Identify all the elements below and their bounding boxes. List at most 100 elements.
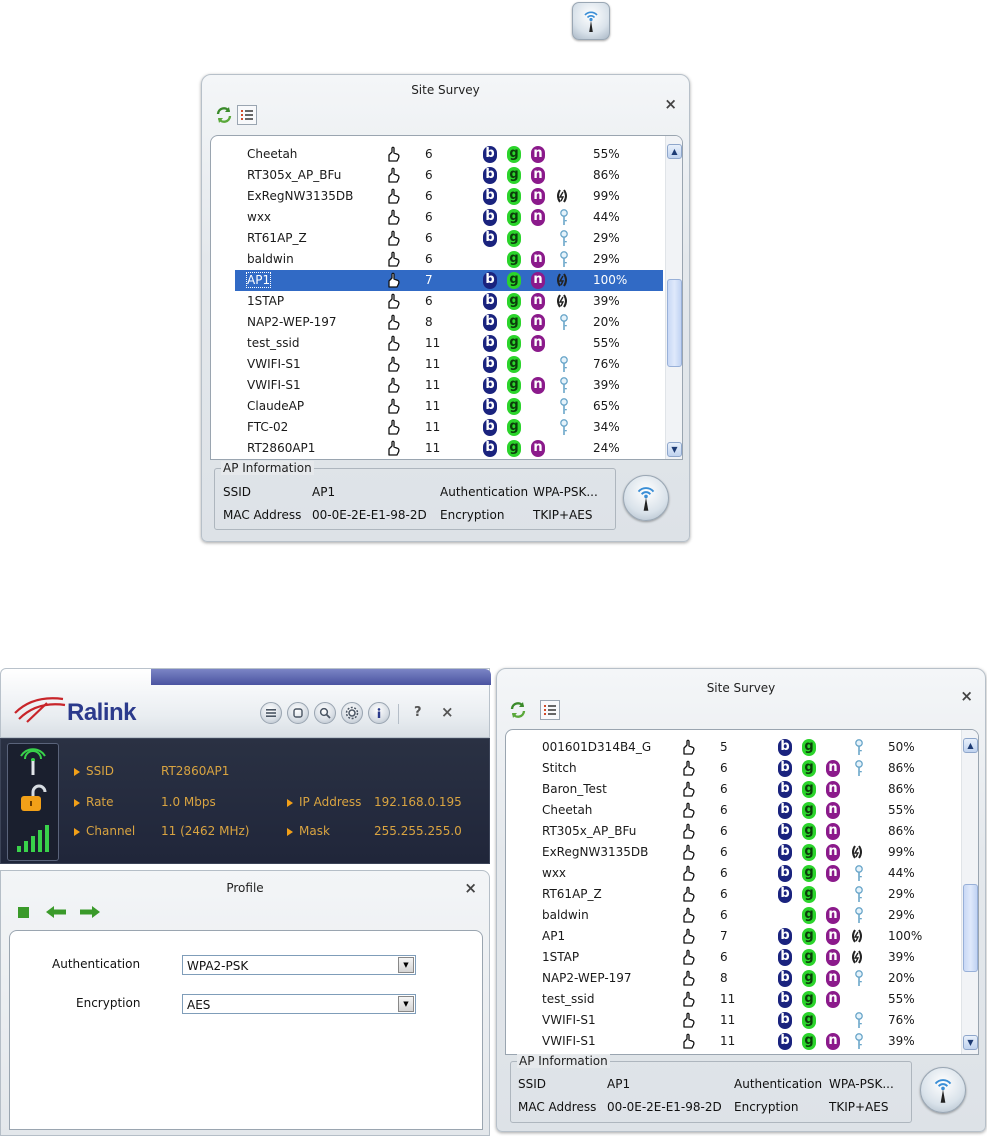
mac-address-value: 00-0E-2E-E1-98-2D <box>607 1100 722 1114</box>
network-ssid: RT305x_AP_BFu <box>542 824 637 838</box>
list-view-icon[interactable] <box>237 105 257 125</box>
close-button[interactable]: × <box>441 703 454 721</box>
network-row[interactable]: RT305x_AP_BFu 6 b g n 86% <box>235 165 663 186</box>
network-row[interactable]: baldwin 6 g n 29% <box>235 249 663 270</box>
network-ssid: ExRegNW3135DB <box>247 189 354 203</box>
mode-g-icon: g <box>802 1012 816 1029</box>
scroll-thumb[interactable] <box>667 279 682 367</box>
back-arrow-icon[interactable] <box>45 905 67 919</box>
profile-icon[interactable] <box>260 702 282 724</box>
help-button[interactable]: ? <box>414 705 422 720</box>
hand-connect-icon <box>386 167 402 187</box>
mode-n-icon: n <box>531 188 545 205</box>
forward-arrow-icon[interactable] <box>79 905 101 919</box>
network-ssid: 1STAP <box>247 294 285 308</box>
network-row[interactable]: RT2860AP1 11 b g n 24% <box>235 438 663 459</box>
network-row[interactable]: 1STAP 6 b g n 39% <box>235 291 663 312</box>
mode-n-icon: n <box>826 928 840 945</box>
status-icons <box>7 743 59 861</box>
hand-connect-icon <box>386 398 402 418</box>
key-icon <box>559 356 569 376</box>
network-row[interactable]: baldwin 6 g n 29% <box>530 905 958 926</box>
network-row[interactable]: 001601D314B4_G 5 b g 50% <box>530 737 958 758</box>
scroll-up-icon[interactable]: ▲ <box>667 144 682 159</box>
network-row[interactable]: NAP2-WEP-197 8 b g n 20% <box>530 968 958 989</box>
network-row[interactable]: RT61AP_Z 6 b g 29% <box>235 228 663 249</box>
mode-b-icon: b <box>778 865 792 882</box>
authentication-select[interactable]: WPA2-PSK ▼ <box>182 955 416 975</box>
network-ssid: Stitch <box>542 761 577 775</box>
network-row[interactable]: NAP2-WEP-197 8 b g n 20% <box>235 312 663 333</box>
scroll-thumb[interactable] <box>963 884 978 972</box>
network-row[interactable]: Cheetah 6 b g n 55% <box>530 800 958 821</box>
network-row[interactable]: test_ssid 11 b g n 55% <box>530 989 958 1010</box>
lock-icon <box>21 784 47 811</box>
network-row[interactable]: Baron_Test 6 b g n 86% <box>530 779 958 800</box>
refresh-icon[interactable] <box>508 700 528 720</box>
rate-value: 1.0 Mbps <box>161 795 216 809</box>
encryption-select[interactable]: AES ▼ <box>182 994 416 1014</box>
scrollbar[interactable]: ▲ ▼ <box>665 136 682 459</box>
info-icon[interactable] <box>368 702 390 724</box>
chevron-down-icon[interactable]: ▼ <box>398 996 414 1012</box>
connect-antenna-icon[interactable] <box>920 1067 966 1113</box>
network-row[interactable]: AP1 7 b g n 100% <box>530 926 958 947</box>
scroll-down-icon[interactable]: ▼ <box>963 1035 978 1050</box>
scroll-up-icon[interactable]: ▲ <box>963 738 978 753</box>
network-ssid: 1STAP <box>542 950 580 964</box>
network-signal: 29% <box>888 908 915 922</box>
network-row[interactable]: ExRegNW3135DB 6 b g n 99% <box>530 842 958 863</box>
network-row[interactable]: ExRegNW3135DB 6 b g n 99% <box>235 186 663 207</box>
network-channel: 11 <box>425 357 441 371</box>
network-channel: 6 <box>720 866 728 880</box>
network-channel: 11 <box>425 420 441 434</box>
network-ssid: RT2860AP1 <box>247 441 316 455</box>
wmm-arrows-icon <box>555 188 569 207</box>
network-row[interactable]: VWIFI-S1 11 b g n 39% <box>530 1031 958 1052</box>
mac-address-label: MAC Address <box>223 508 302 522</box>
wireless-antenna-icon[interactable] <box>572 2 610 40</box>
network-row[interactable]: FTC-02 11 b g 34% <box>235 417 663 438</box>
network-list[interactable]: Cheetah 6 b g n 55% RT305x_AP_BFu 6 b g n 86% ExRegN… <box>210 135 683 460</box>
scroll-down-icon[interactable]: ▼ <box>667 442 682 457</box>
close-button[interactable]: × <box>664 95 677 113</box>
network-row[interactable]: Cheetah 6 b g n 55% <box>235 144 663 165</box>
close-button[interactable]: × <box>960 687 973 705</box>
network-row[interactable]: VWIFI-S1 11 b g n 39% <box>235 375 663 396</box>
scrollbar[interactable]: ▲ ▼ <box>961 730 978 1054</box>
network-row[interactable]: AP1 7 b g n 100% <box>235 270 663 291</box>
network-row[interactable]: wxx 6 b g n 44% <box>530 863 958 884</box>
network-row[interactable]: test_ssid 11 b g n 55% <box>235 333 663 354</box>
stop-icon[interactable] <box>18 907 29 918</box>
network-row[interactable]: VWIFI-S1 11 b g 76% <box>530 1010 958 1031</box>
mode-b-icon: b <box>483 440 497 457</box>
refresh-icon[interactable] <box>214 105 234 125</box>
hand-connect-icon <box>681 760 697 780</box>
mode-b-icon: b <box>778 886 792 903</box>
network-row[interactable]: VWIFI-S1 11 b g 76% <box>235 354 663 375</box>
mode-n-icon: n <box>826 991 840 1008</box>
mode-n-icon: n <box>531 440 545 457</box>
network-row[interactable]: RT61AP_Z 6 b g 29% <box>530 884 958 905</box>
list-view-icon[interactable] <box>540 700 560 720</box>
key-icon <box>559 230 569 250</box>
network-ssid: NAP2-WEP-197 <box>542 971 632 985</box>
network-row[interactable]: 1STAP 6 b g n 39% <box>530 947 958 968</box>
connect-antenna-icon[interactable] <box>623 475 669 521</box>
close-button[interactable]: × <box>464 879 477 897</box>
network-channel: 6 <box>720 782 728 796</box>
network-signal: 44% <box>593 210 620 224</box>
network-channel: 7 <box>720 929 728 943</box>
network-icon[interactable] <box>287 702 309 724</box>
network-row[interactable]: ClaudeAP 11 b g 65% <box>235 396 663 417</box>
network-channel: 6 <box>720 761 728 775</box>
network-row[interactable]: wxx 6 b g n 44% <box>235 207 663 228</box>
network-row[interactable]: Stitch 6 b g n 86% <box>530 758 958 779</box>
network-list[interactable]: 001601D314B4_G 5 b g 50% Stitch 6 b g n 86% Baron_T… <box>505 729 979 1055</box>
mode-b-icon: b <box>483 209 497 226</box>
mode-g-icon: g <box>802 781 816 798</box>
search-icon[interactable] <box>314 702 336 724</box>
settings-icon[interactable] <box>341 702 363 724</box>
network-row[interactable]: RT305x_AP_BFu 6 b g n 86% <box>530 821 958 842</box>
chevron-down-icon[interactable]: ▼ <box>398 957 414 973</box>
